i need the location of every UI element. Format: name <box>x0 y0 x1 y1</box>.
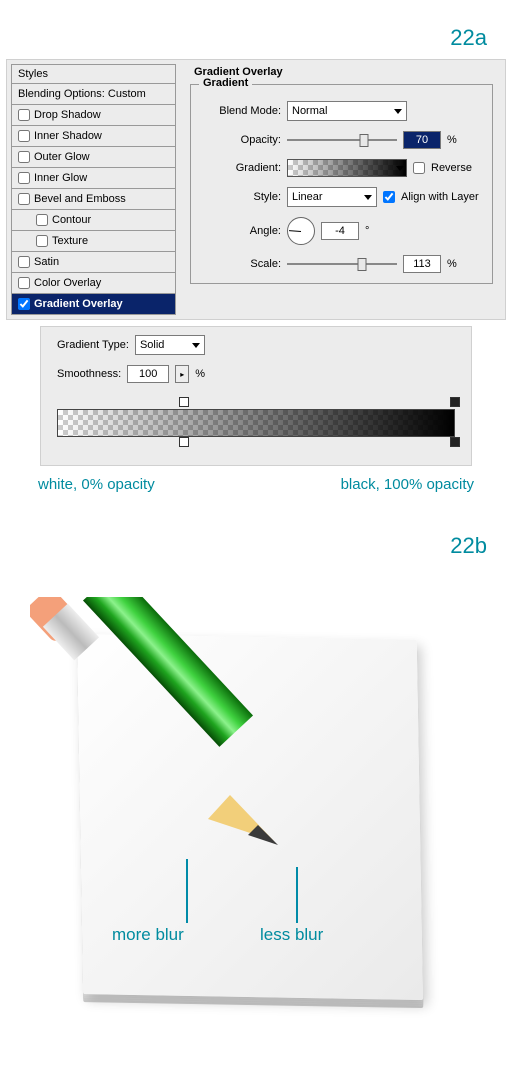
smoothness-input[interactable]: 100 <box>127 365 169 383</box>
style-checkbox[interactable] <box>18 130 30 142</box>
degree-sign: ° <box>365 225 369 237</box>
style-item-texture[interactable]: Texture <box>11 231 176 252</box>
blend-mode-dropdown[interactable]: Normal <box>287 101 407 121</box>
style-item-contour[interactable]: Contour <box>11 210 176 231</box>
style-checkbox[interactable] <box>18 172 30 184</box>
percent-sign: % <box>447 134 457 146</box>
style-item-label: Satin <box>34 256 59 268</box>
style-checkbox[interactable] <box>18 256 30 268</box>
style-checkbox[interactable] <box>18 277 30 289</box>
style-item-inner-glow[interactable]: Inner Glow <box>11 168 176 189</box>
style-item-label: Gradient Overlay <box>34 298 123 310</box>
color-stop[interactable] <box>179 437 189 449</box>
style-item-inner-shadow[interactable]: Inner Shadow <box>11 126 176 147</box>
angle-dial[interactable] <box>287 217 315 245</box>
caption-left: white, 0% opacity <box>38 476 155 493</box>
gradient-stop-captions: white, 0% opacity black, 100% opacity <box>38 476 474 493</box>
style-item-bevel-and-emboss[interactable]: Bevel and Emboss <box>11 189 176 210</box>
style-label: Style: <box>199 191 281 203</box>
gradient-overlay-settings: Gradient Overlay Gradient Blend Mode: No… <box>182 64 501 315</box>
blending-options-row[interactable]: Blending Options: Custom <box>11 84 176 105</box>
less-blur-label: less blur <box>260 925 323 945</box>
gradient-type-dropdown[interactable]: Solid <box>135 335 205 355</box>
subsection-title: Gradient <box>199 77 252 89</box>
chevron-down-icon <box>192 343 200 348</box>
reverse-checkbox[interactable] <box>413 162 425 174</box>
scale-input[interactable]: 113 <box>403 255 441 273</box>
style-item-label: Bevel and Emboss <box>34 193 126 205</box>
align-checkbox[interactable] <box>383 191 395 203</box>
annotation-line-more <box>186 859 188 923</box>
gradient-editor-panel: Gradient Type: Solid Smoothness: 100 ▸ % <box>40 326 472 466</box>
step-label-22b: 22b <box>0 493 512 567</box>
opacity-input[interactable]: 70 <box>403 131 441 149</box>
style-item-label: Contour <box>52 214 91 226</box>
blend-mode-value: Normal <box>292 105 327 117</box>
opacity-stop[interactable] <box>450 397 460 409</box>
style-item-label: Outer Glow <box>34 151 90 163</box>
more-blur-label: more blur <box>112 925 184 945</box>
annotation-line-less <box>296 867 298 923</box>
angle-input[interactable]: -4 <box>321 222 359 240</box>
opacity-stop[interactable] <box>179 397 189 409</box>
style-item-label: Inner Glow <box>34 172 87 184</box>
align-label: Align with Layer <box>401 191 479 203</box>
caption-right: black, 100% opacity <box>341 476 474 493</box>
style-item-label: Inner Shadow <box>34 130 102 142</box>
style-item-outer-glow[interactable]: Outer Glow <box>11 147 176 168</box>
style-item-color-overlay[interactable]: Color Overlay <box>11 273 176 294</box>
percent-sign: % <box>195 368 205 380</box>
styles-column: Styles Blending Options: Custom Drop Sha… <box>11 64 176 315</box>
angle-label: Angle: <box>199 225 281 237</box>
gradient-type-value: Solid <box>140 339 164 351</box>
gradient-type-label: Gradient Type: <box>57 339 129 351</box>
opacity-label: Opacity: <box>199 134 281 146</box>
style-item-satin[interactable]: Satin <box>11 252 176 273</box>
color-stop[interactable] <box>450 437 460 449</box>
style-checkbox[interactable] <box>36 214 48 226</box>
smoothness-label: Smoothness: <box>57 368 121 380</box>
style-checkbox[interactable] <box>18 151 30 163</box>
blend-mode-label: Blend Mode: <box>199 105 281 117</box>
styles-header[interactable]: Styles <box>11 64 176 84</box>
paper-stack <box>77 634 423 1000</box>
step-label-22a: 22a <box>0 0 512 59</box>
chevron-down-icon <box>394 109 402 114</box>
smoothness-stepper[interactable]: ▸ <box>175 365 189 383</box>
scale-slider[interactable] <box>287 256 397 272</box>
style-item-drop-shadow[interactable]: Drop Shadow <box>11 105 176 126</box>
scale-label: Scale: <box>199 258 281 270</box>
style-dropdown[interactable]: Linear <box>287 187 377 207</box>
style-checkbox[interactable] <box>36 235 48 247</box>
style-checkbox[interactable] <box>18 298 30 310</box>
gradient-label: Gradient: <box>199 162 281 174</box>
layer-style-panel: Styles Blending Options: Custom Drop Sha… <box>6 59 506 320</box>
style-item-gradient-overlay[interactable]: Gradient Overlay <box>11 294 176 315</box>
chevron-down-icon <box>364 195 372 200</box>
style-item-label: Color Overlay <box>34 277 101 289</box>
style-checkbox[interactable] <box>18 109 30 121</box>
percent-sign: % <box>447 258 457 270</box>
gradient-picker[interactable] <box>287 159 407 177</box>
opacity-slider[interactable] <box>287 132 397 148</box>
style-item-label: Texture <box>52 235 88 247</box>
chevron-down-icon <box>396 166 404 171</box>
style-checkbox[interactable] <box>18 193 30 205</box>
pencil-paper-illustration: more blur less blur <box>0 577 512 1037</box>
gradient-bar[interactable] <box>57 399 455 447</box>
reverse-label: Reverse <box>431 162 472 174</box>
style-item-label: Drop Shadow <box>34 109 101 121</box>
style-value: Linear <box>292 191 323 203</box>
